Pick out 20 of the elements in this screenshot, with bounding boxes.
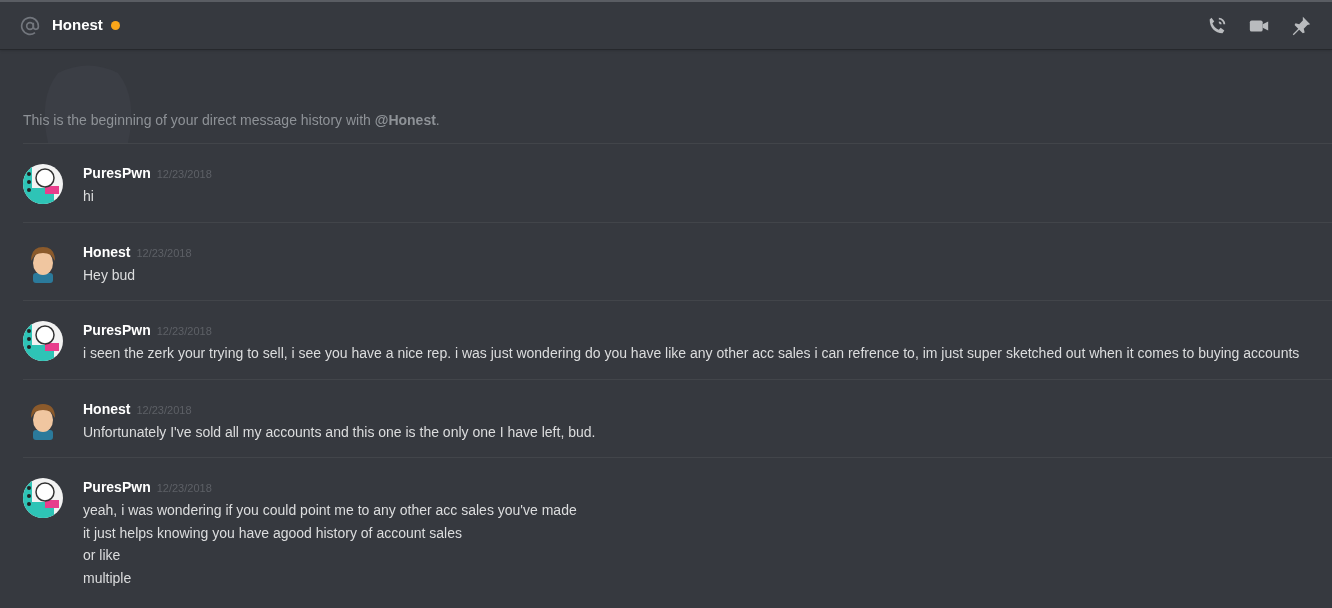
avatar	[23, 478, 63, 518]
message-text: Hey bud	[83, 265, 137, 285]
author-name[interactable]: Honest	[83, 397, 131, 420]
message-text: yeah, i was wondering if you could point me to any other acc sales you've made	[83, 501, 577, 520]
message-text: hi	[83, 187, 95, 206]
message-text: multiple	[83, 568, 133, 588]
pin-icon[interactable]	[1290, 14, 1312, 37]
avatar	[23, 321, 63, 361]
author-name[interactable]: PuresPwn	[83, 319, 151, 341]
author-name[interactable]: PuresPwn	[83, 162, 151, 184]
intro-text: This is the beginning of your direct message history with @Honest.	[23, 111, 440, 130]
message-text: Unfortunately I've sold all my accounts and this one is the only one I have left, bud.	[83, 422, 596, 442]
author-name[interactable]: Honest	[83, 240, 131, 263]
message-text: i seen the zerk your trying to sell, i see you have a nice rep. i was just wondering do you have like any other acc sales i can refrence to, im just super sketched out when it comes to buying accounts	[83, 344, 1300, 363]
at-sign-icon	[20, 15, 40, 36]
avatar	[23, 164, 63, 204]
channel-title: Honest	[52, 15, 103, 36]
author-name[interactable]: PuresPwn	[83, 476, 151, 498]
message-text: it just helps knowing you have agood history of account sales	[83, 523, 463, 543]
message-text: or like	[83, 546, 122, 565]
